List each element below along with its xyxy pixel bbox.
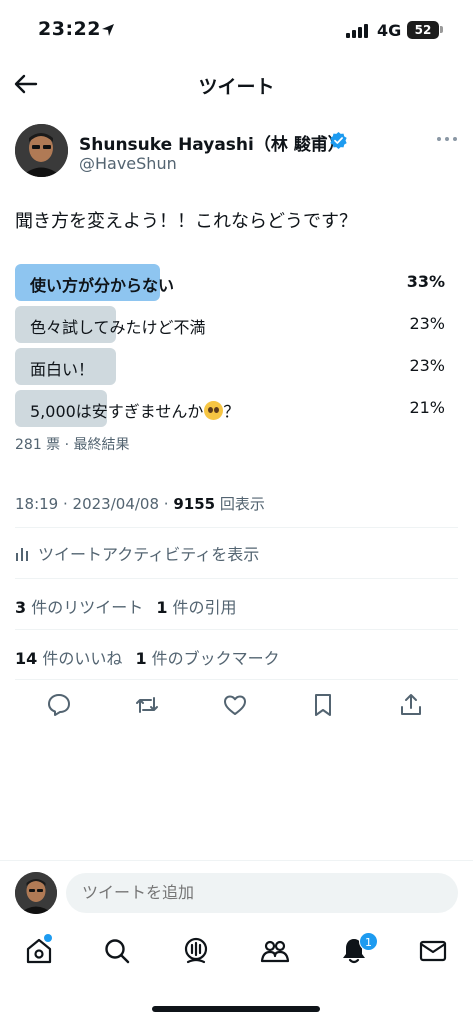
home-unread-dot [44,934,52,942]
poll-option-label: 5,000は安すぎませんか ？ [30,398,239,422]
author-name[interactable]: Shunsuke Hayashi（林 駿甫） [79,130,345,155]
divider [15,578,458,579]
battery-nub [440,26,443,33]
retweets-link[interactable]: 3 件のリツイート [15,598,143,617]
poll-option-text: 5,000は安すぎませんか [30,402,204,421]
divider [15,679,458,680]
like-icon[interactable] [222,692,248,718]
poll-option-percent: 33% [406,272,445,291]
verified-badge-icon [330,131,347,150]
activity-label: ツイートアクティビティを表示 [38,545,260,564]
quotes-link[interactable]: 1 件の引用 [156,598,236,617]
reply-bar [0,860,473,924]
reply-input[interactable] [66,873,458,913]
analytics-icon [16,548,28,561]
bookmark-icon[interactable] [310,692,336,718]
retweet-stats: 3 件のリツイート 1 件の引用 [15,594,237,618]
author-handle[interactable]: @HaveShun [79,154,177,173]
location-arrow-icon [102,24,114,36]
poll-option: 面白い！ 23% [15,348,445,385]
meta-separator: · [58,495,73,513]
tweet-text: 聞き方を変えよう！！これならどうです？ [15,211,357,232]
retweet-label: 件のリツイート [26,598,144,617]
communities-icon[interactable] [260,936,290,966]
view-label: 回表示 [215,495,265,513]
poll-option-suffix: ？ [223,402,240,421]
likes-link[interactable]: 14 件のいいね [15,649,122,668]
more-horizontal-icon[interactable] [436,134,458,144]
share-icon[interactable] [398,692,424,718]
bookmarks-link[interactable]: 1 件のブックマーク [135,649,279,668]
tweet-activity-link[interactable]: ツイートアクティビティを表示 [15,541,259,565]
poll-option-label: 使い方が分からない [30,276,175,295]
tweet-time: 18:19 [15,495,59,513]
tab-bar: 1 [0,928,473,988]
divider [15,629,458,630]
retweet-icon[interactable] [134,692,160,718]
poll-option: 使い方が分からない 33% [15,264,445,301]
poll-option: 色々試してみたけど不満 23% [15,306,445,343]
page-title: ツイート [198,76,275,98]
status-time: 23:22 [38,18,101,40]
pleading-face-emoji [204,401,224,420]
tweet-date: 2023/04/08 [72,495,160,513]
bookmark-label: 件のブックマーク [146,649,280,668]
search-icon[interactable] [102,936,132,966]
poll-option-label: 色々試してみたけど不満 [30,318,206,337]
meta-separator: · [159,495,174,513]
poll: 使い方が分からない 33% 色々試してみたけど不満 23% 面白い！ 23% 5… [15,264,445,432]
bookmark-count: 1 [135,649,147,668]
battery-icon: 52 [407,21,439,39]
retweet-count: 3 [15,598,27,617]
tweet-author: Shunsuke Hayashi（林 駿甫） @HaveShun [0,124,473,184]
like-label: 件のいいね [37,649,123,668]
tweet-timestamp: 18:19 · 2023/04/08 · 9155 回表示 [15,493,265,514]
view-count: 9155 [173,495,216,513]
status-bar: 23:22 4G 52 [0,0,473,60]
like-count: 14 [15,649,38,668]
messages-icon[interactable] [418,936,448,966]
quote-label: 件の引用 [167,598,237,617]
poll-option-percent: 23% [409,356,445,375]
network-label: 4G [377,21,402,40]
tweet-actions [0,692,473,722]
notification-badge: 1 [359,932,378,951]
poll-option: 5,000は安すぎませんか ？ 21% [15,390,445,427]
signal-icon [346,24,368,38]
reply-icon[interactable] [46,692,72,718]
avatar[interactable] [15,124,68,177]
poll-meta: 281 票 · 最終結果 [15,437,130,453]
home-indicator [152,1006,320,1012]
quote-count: 1 [156,598,168,617]
poll-option-percent: 21% [409,398,445,417]
divider [15,527,458,528]
avatar[interactable] [15,872,57,914]
spaces-icon[interactable] [181,936,211,966]
like-stats: 14 件のいいね 1 件のブックマーク [15,645,280,669]
poll-option-label: 面白い！ [30,360,95,379]
header: ツイート [0,60,473,110]
poll-option-percent: 23% [409,314,445,333]
